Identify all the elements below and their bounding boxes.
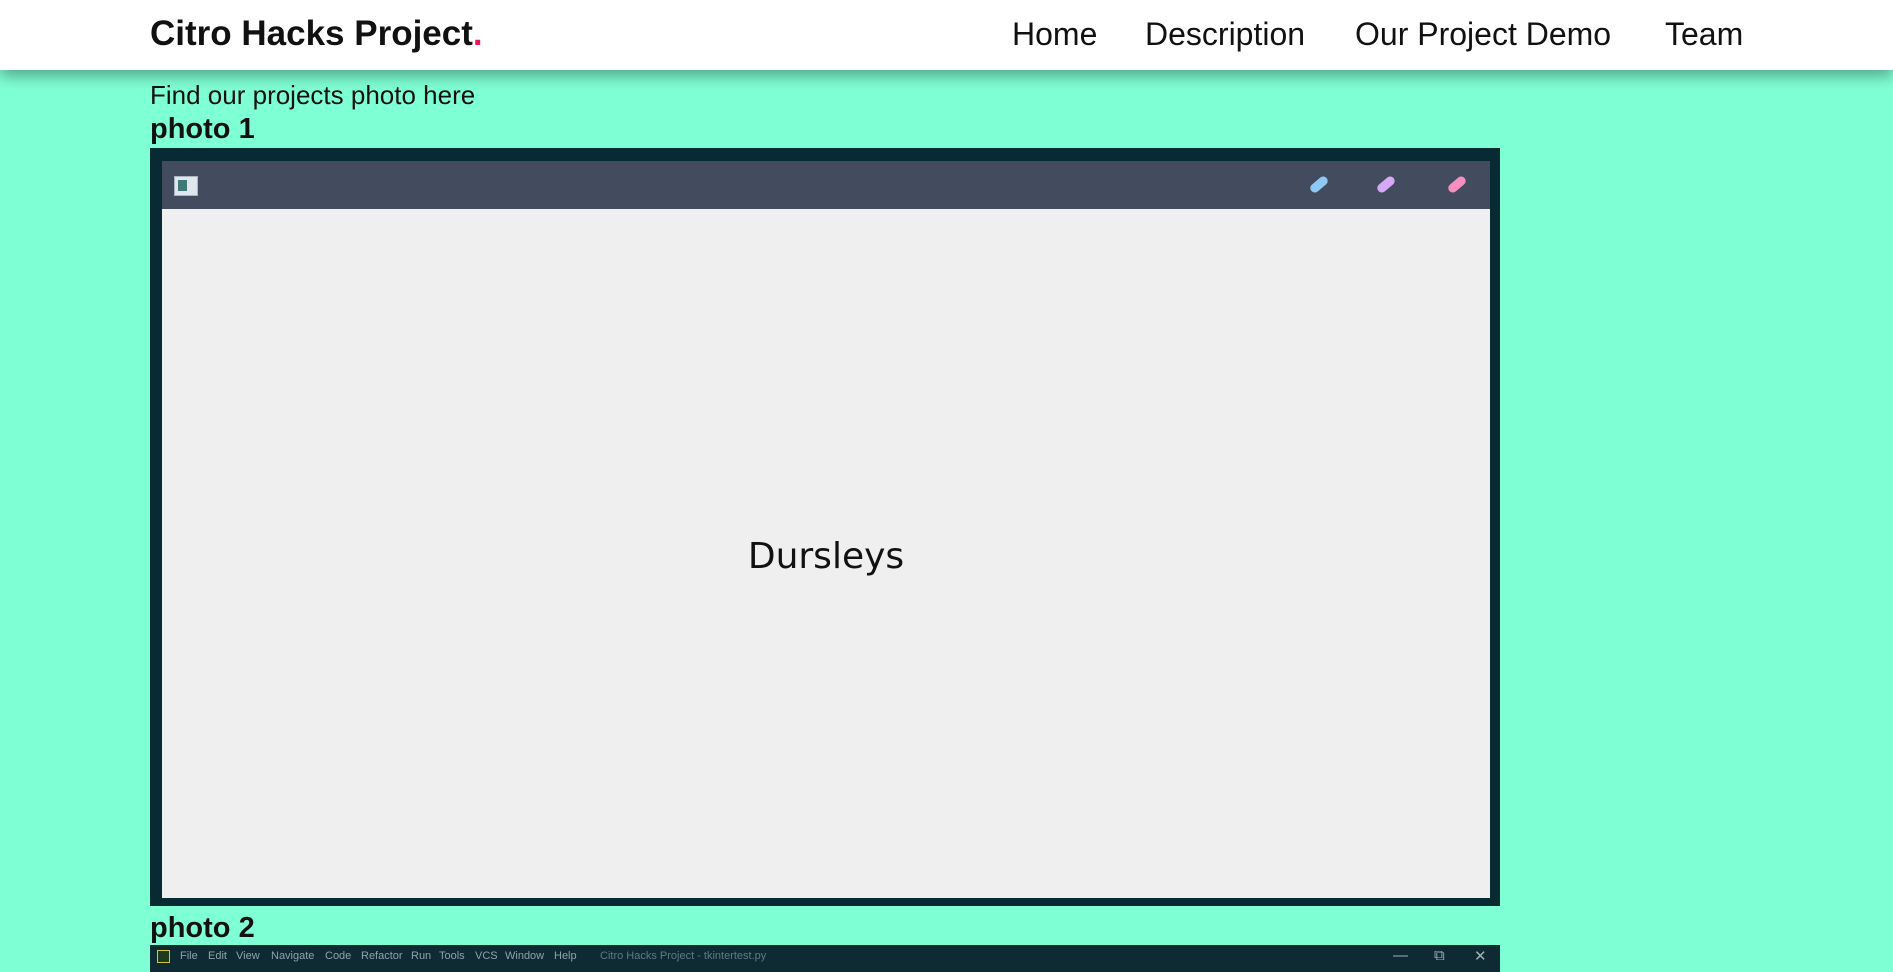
intro-text: Find our projects photo here [150,80,476,110]
pink-pen-icon [1446,174,1468,195]
photo-1-heading: photo 1 [150,113,255,145]
nav-link-home[interactable]: Home [1012,16,1097,53]
minimize-icon: — [1393,947,1408,964]
ide-menu-code: Code [325,950,352,962]
photo-1-image: Dursleys [150,148,1500,906]
ide-app-icon [157,950,170,963]
ide-menu-file: File [180,950,198,962]
app-window: Dursleys [162,161,1490,898]
brand-logo[interactable]: Citro Hacks Project. [150,14,483,54]
photo-2-heading: photo 2 [150,912,255,944]
ide-menu-view: View [236,950,260,962]
ide-window-title: Citro Hacks Project - tkintertest.py [600,950,767,962]
brand-dot: . [472,14,483,53]
ide-menu-help: Help [554,950,577,962]
app-titlebar [162,161,1490,209]
brand-name: Citro Hacks Project [150,14,473,53]
blue-pen-icon [1308,174,1330,195]
close-icon: ✕ [1474,948,1487,965]
restore-icon: ⧉ [1434,947,1445,964]
ide-menu-navigate: Navigate [271,950,315,962]
app-label: Dursleys [747,536,905,577]
ide-menu-vcs: VCS [475,950,498,962]
ide-menu-edit: Edit [208,950,227,962]
ide-menu-refactor: Refactor [361,950,403,962]
purple-pen-icon [1375,174,1397,195]
nav-link-description[interactable]: Description [1145,16,1305,53]
navbar: Citro Hacks Project. Home Description Ou… [0,0,1893,70]
nav-link-project-demo[interactable]: Our Project Demo [1355,16,1611,53]
app-window-icon [174,176,198,196]
photo-2-image: File Edit View Navigate Code Refactor Ru… [150,945,1500,972]
ide-menu-window: Window [505,950,545,962]
ide-menu-run: Run [411,950,432,962]
ide-menu-tools: Tools [439,950,465,962]
nav-link-team[interactable]: Team [1665,16,1743,53]
